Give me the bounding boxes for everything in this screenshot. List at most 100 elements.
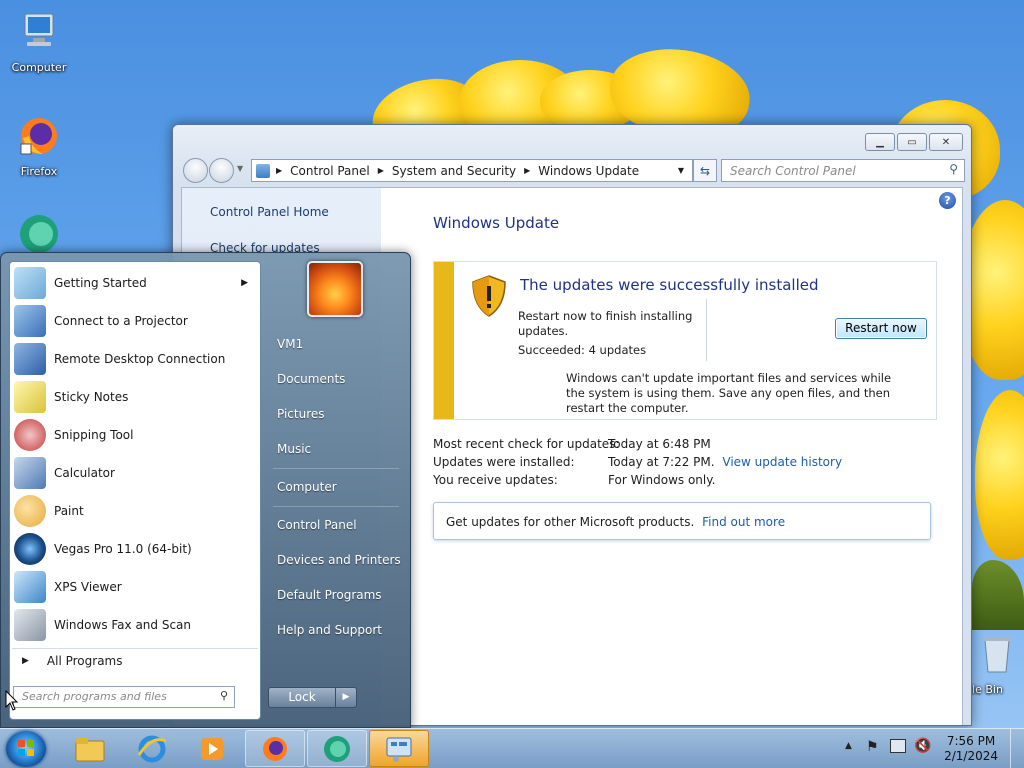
program-label: Remote Desktop Connection (54, 352, 226, 366)
list-item[interactable]: Getting Started ▶ (12, 265, 258, 301)
start-link-pictures[interactable]: Pictures (277, 407, 325, 421)
shutdown-options-button[interactable]: ▶ (335, 687, 357, 708)
restart-warning-text: Windows can't update important files and… (566, 371, 892, 415)
taskbar-clock[interactable]: 7:56 PM 2/1/2024 (944, 734, 998, 764)
start-menu-programs-list: Getting Started ▶ Connect to a Projector… (9, 261, 261, 720)
app-icon (20, 215, 58, 253)
search-control-panel-input[interactable]: Search Control Panel ⚲ (721, 159, 965, 182)
list-item[interactable]: Calculator (12, 455, 258, 491)
forward-button[interactable] (209, 158, 234, 183)
taskbar-internet-explorer[interactable] (122, 730, 182, 767)
minimize-button[interactable]: ▁ (865, 133, 895, 151)
program-label: Vegas Pro 11.0 (64-bit) (54, 542, 192, 556)
restart-instructions: Restart now to finish installing updates… (518, 309, 693, 338)
start-button[interactable] (6, 731, 46, 767)
firefox-icon (263, 736, 287, 761)
list-item[interactable]: Sticky Notes (12, 379, 258, 415)
list-item[interactable]: Vegas Pro 11.0 (64-bit) (12, 531, 258, 567)
list-item[interactable]: Snipping Tool (12, 417, 258, 453)
taskbar: ▲ ⚑ 🔇 7:56 PM 2/1/2024 (0, 728, 1024, 768)
start-link-music[interactable]: Music (277, 442, 311, 456)
succeeded-count: Succeeded: 4 updates (518, 343, 647, 357)
clock-date: 2/1/2024 (944, 749, 998, 763)
recent-pages-dropdown[interactable]: ▼ (237, 164, 243, 173)
list-item[interactable]: Connect to a Projector (12, 303, 258, 339)
start-link-help-support[interactable]: Help and Support (277, 623, 382, 637)
network-icon[interactable] (890, 739, 906, 753)
snipping-tool-icon (14, 419, 46, 451)
sticky-notes-icon (14, 381, 46, 413)
desktop-icon-firefox[interactable]: Firefox (4, 114, 74, 178)
start-menu-divider (273, 506, 399, 507)
control-panel-home-link[interactable]: Control Panel Home (210, 205, 329, 219)
app-icon (324, 735, 350, 762)
breadcrumb-control-panel[interactable]: Control Panel (290, 164, 370, 178)
address-dropdown-icon[interactable]: ▼ (678, 166, 684, 175)
view-update-history-link[interactable]: View update history (722, 455, 842, 469)
xps-viewer-icon (14, 571, 46, 603)
info-recent-check: Most recent check for updates: Today at … (433, 437, 711, 451)
restart-now-button[interactable]: Restart now (835, 318, 927, 339)
firefox-icon (20, 118, 57, 155)
back-button[interactable] (183, 158, 208, 183)
user-avatar[interactable] (307, 261, 363, 317)
all-programs-label: All Programs (46, 653, 123, 668)
maximize-button[interactable]: ▭ (897, 133, 927, 151)
taskbar-app[interactable] (307, 730, 367, 767)
refresh-button[interactable]: ⇆ (693, 159, 717, 182)
maximize-icon: ▭ (907, 136, 917, 148)
info-installed: Updates were installed: Today at 7:22 PM… (433, 455, 842, 469)
start-link-default-programs[interactable]: Default Programs (277, 588, 382, 602)
address-bar[interactable]: ▶ Control Panel ▶ System and Security ▶ … (251, 159, 693, 182)
close-button[interactable]: ✕ (929, 133, 963, 151)
page-title: Windows Update (433, 214, 560, 232)
breadcrumb-separator-icon: ▶ (377, 166, 384, 175)
control-panel-icon (256, 163, 270, 178)
fax-scan-icon (14, 609, 46, 641)
folder-icon (75, 737, 105, 761)
start-link-control-panel[interactable]: Control Panel (277, 518, 357, 532)
start-link-user[interactable]: VM1 (277, 337, 303, 351)
program-label: Windows Fax and Scan (54, 618, 192, 632)
breadcrumb-separator-icon: ▶ (524, 166, 531, 175)
action-center-flag-icon[interactable]: ⚑ (866, 739, 879, 755)
show-hidden-icons-button[interactable]: ▲ (845, 741, 852, 751)
list-item[interactable]: Paint (12, 493, 258, 529)
breadcrumb-system-security[interactable]: System and Security (392, 164, 516, 178)
taskbar-media-player[interactable] (182, 730, 242, 767)
get-updates-text: Get updates for other Microsoft products… (446, 515, 695, 529)
calculator-icon (14, 457, 46, 489)
start-link-devices-printers[interactable]: Devices and Printers (277, 553, 401, 567)
recycle-bin-icon (983, 637, 1011, 673)
show-desktop-button[interactable] (1010, 729, 1024, 768)
program-label: XPS Viewer (54, 580, 122, 594)
taskbar-firefox[interactable] (245, 730, 305, 767)
start-link-computer[interactable]: Computer (277, 480, 337, 494)
start-search-placeholder: Search programs and files (22, 690, 167, 703)
list-item[interactable]: Windows Fax and Scan (12, 607, 258, 643)
vegas-pro-icon (14, 533, 46, 565)
close-icon: ✕ (941, 136, 951, 148)
desktop-icon-computer[interactable]: Computer (4, 10, 74, 74)
taskbar-control-panel[interactable] (369, 730, 429, 767)
breadcrumb-separator-icon: ▶ (276, 166, 283, 175)
list-item[interactable]: Remote Desktop Connection (12, 341, 258, 377)
help-icon[interactable]: ? (939, 192, 956, 209)
find-out-more-link[interactable]: Find out more (702, 515, 785, 529)
program-label: Sticky Notes (54, 390, 129, 404)
breadcrumb-windows-update[interactable]: Windows Update (538, 164, 639, 178)
start-search-input[interactable]: Search programs and files ⚲ (13, 686, 235, 708)
list-item[interactable]: XPS Viewer (12, 569, 258, 605)
info-value: For Windows only. (608, 473, 716, 487)
start-link-documents[interactable]: Documents (277, 372, 345, 386)
volume-muted-icon[interactable]: 🔇 (914, 738, 931, 754)
info-value: Today at 7:22 PM. (608, 455, 715, 469)
all-programs-button[interactable]: ▶ All Programs (12, 648, 258, 672)
desktop-icon-label: Firefox (20, 165, 58, 178)
lock-button[interactable]: Lock (268, 687, 336, 708)
mouse-cursor-icon (5, 690, 19, 711)
program-label: Getting Started (54, 276, 147, 290)
search-placeholder: Search Control Panel (730, 164, 856, 178)
submenu-arrow-icon[interactable]: ▶ (241, 278, 248, 288)
taskbar-explorer[interactable] (60, 730, 120, 767)
